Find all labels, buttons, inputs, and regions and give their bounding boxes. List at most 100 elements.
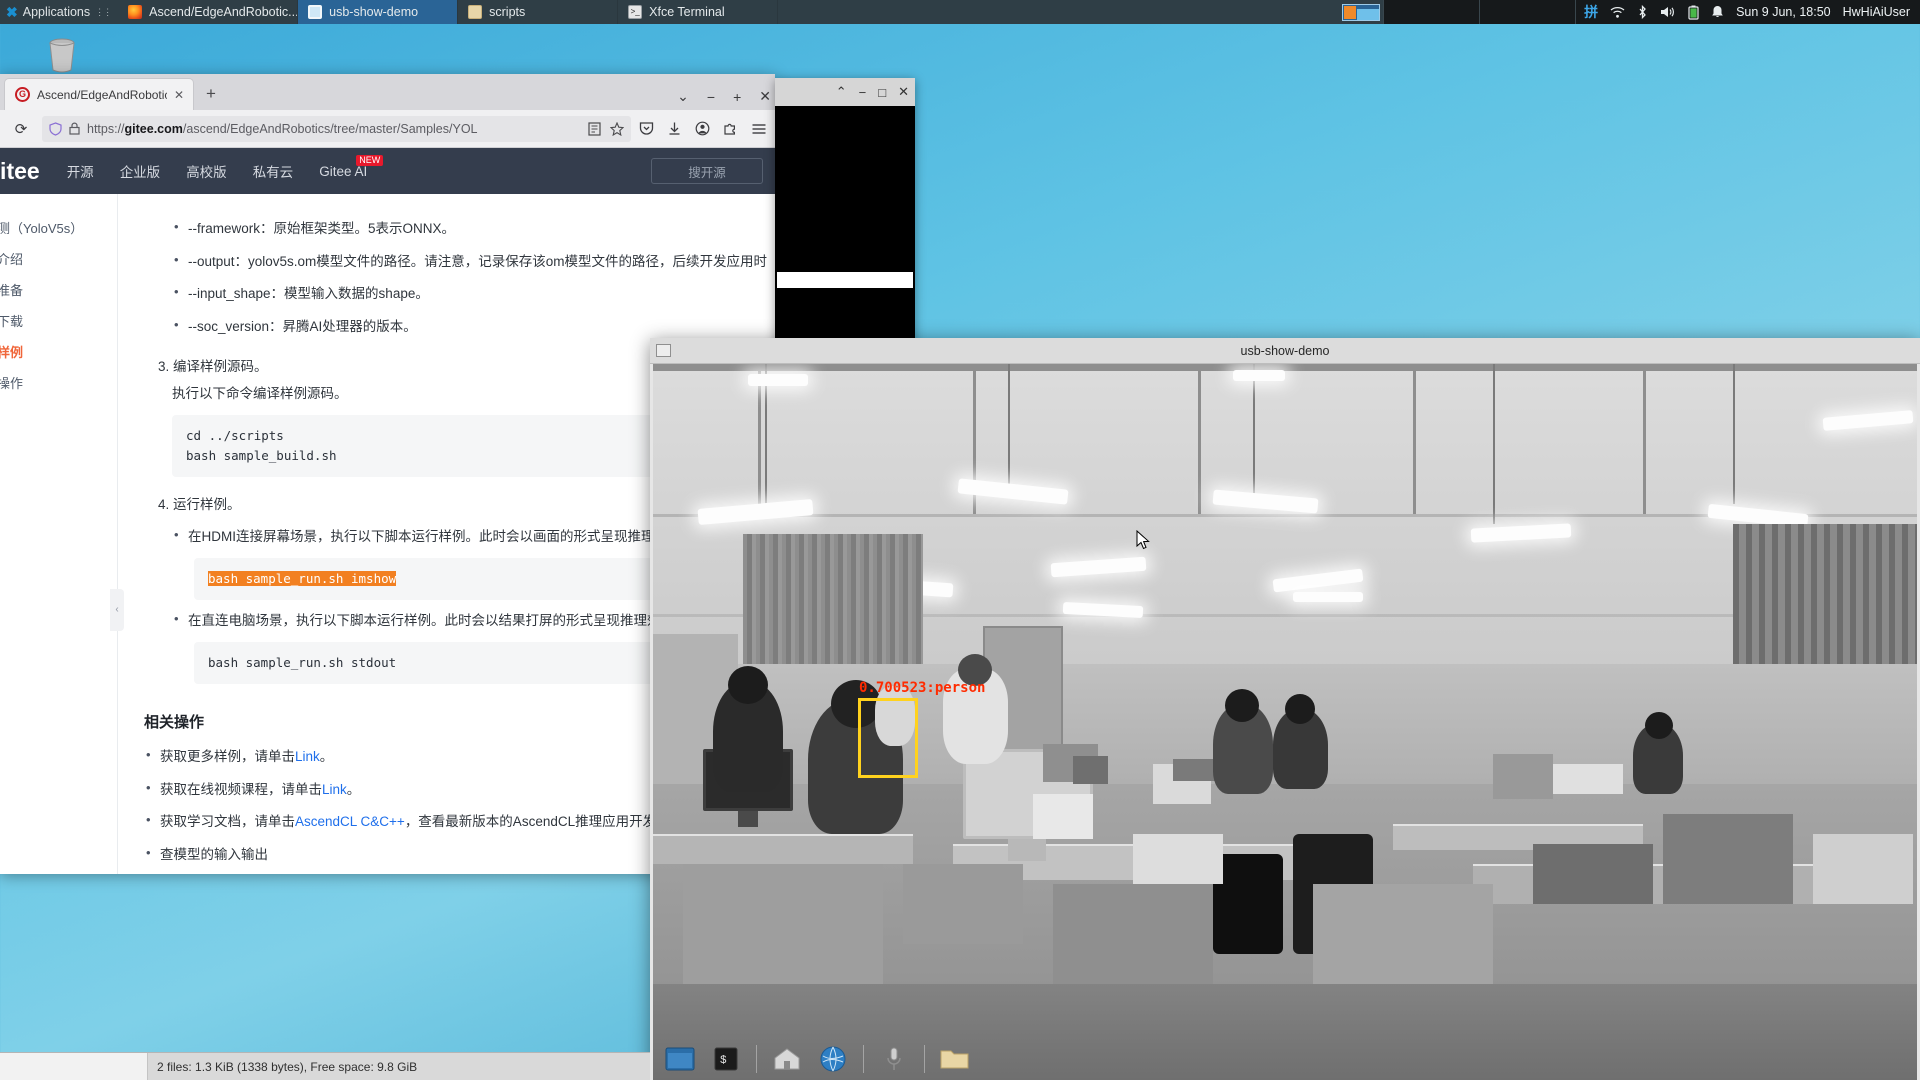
related-link-0[interactable]: Link [295,749,320,764]
person-head [728,666,768,704]
input-method-icon[interactable]: 拼 [1584,2,1598,22]
toc-item-3[interactable]: 例下载 [0,305,117,336]
equipment [683,864,883,1004]
firefox-tab-bar[interactable]: G Ascend/EdgeAndRobotics ✕ + ⌄ − + ✕ [0,74,775,110]
star-icon[interactable] [610,121,624,136]
dock-item-microphone[interactable] [872,1042,916,1076]
dock-item-web-browser[interactable] [811,1042,855,1076]
toc-item-4[interactable]: 行样例 [0,336,117,367]
person-head [1285,694,1315,724]
task-label: scripts [489,5,526,19]
bottom-dock[interactable]: $ [658,1038,1218,1080]
shade-button[interactable]: ⌃ [836,84,847,100]
toc-item-0[interactable]: 检测（YoloV5s） [0,212,117,243]
terminal-blue-icon [665,1047,695,1071]
nav-item-education[interactable]: 高校版 [173,161,240,181]
wifi-icon[interactable] [1610,6,1625,19]
demo-titlebar[interactable]: usb-show-demo [650,338,1920,364]
firefox-toolbar[interactable]: ⟳ https://gitee.com/ascend/EdgeAndRoboti… [0,110,775,148]
workspace-pager[interactable] [1339,0,1383,24]
clock[interactable]: Sun 9 Jun, 18:50 [1736,5,1831,19]
search-opensource-box[interactable]: 搜开源 [651,158,763,184]
dock-item-home-folder[interactable] [765,1042,809,1076]
dock-separator [863,1045,864,1073]
equipment [1053,884,1213,994]
close-window-button[interactable]: ✕ [759,88,771,105]
reload-button[interactable]: ⟳ [8,120,34,138]
gitee-navbar[interactable]: gitee 开源 企业版 高校版 私有云 Gitee AI NEW 搜开源 [0,148,775,194]
new-tab-button[interactable]: + [206,84,216,104]
nav-item-enterprise[interactable]: 企业版 [107,161,174,181]
sidebar-collapse-handle[interactable]: ‹ [110,589,124,631]
bell-icon[interactable] [1711,5,1724,19]
ceiling-beam [1198,364,1201,514]
paper-stack [1133,834,1223,884]
nav-item-privatecloud[interactable]: 私有云 [240,161,307,181]
close-button[interactable]: ✕ [898,84,909,100]
dock-item-file-manager[interactable] [933,1042,977,1076]
menu-grip-icon: ⋮⋮ [95,6,112,17]
terminal-output[interactable]: ensho 1-dev0_sq_sen+ 2-uvcvideo ) nistr [775,106,915,348]
table-of-contents[interactable]: 检测（YoloV5s） 例介绍 行准备 例下载 行样例 关操作 [0,194,118,874]
volume-icon[interactable] [1660,5,1676,19]
extensions-icon[interactable] [723,121,738,136]
list-all-tabs-icon[interactable]: ⌄ [677,88,689,105]
maximize-button[interactable]: □ [878,85,886,100]
applications-menu-button[interactable]: ✖ Applications ⋮⋮ [0,0,118,24]
firefox-window-controls[interactable]: ⌄ − + ✕ [677,88,771,105]
address-bar[interactable]: https://gitee.com/ascend/EdgeAndRobotics… [42,115,631,142]
xfce-terminal-window[interactable]: ⌃ − □ ✕ ensho 1-dev0_sq_sen+ 2-uvcvideo … [775,78,915,348]
camera-video-feed: 0.700523:person [653,364,1917,1080]
related-text-3: 查模型的输入输出 [160,846,268,862]
toc-item-2[interactable]: 行准备 [0,274,117,305]
account-icon[interactable] [695,121,710,136]
gitee-favicon: G [15,87,30,102]
reader-view-icon[interactable] [588,121,601,136]
task-button-usb-show-demo[interactable]: usb-show-demo [298,0,459,24]
ceiling-lamp [748,374,808,386]
new-badge: NEW [356,154,384,167]
terminal-black-icon: $ [714,1047,738,1071]
xfce-top-panel[interactable]: ✖ Applications ⋮⋮ Ascend/EdgeAndRobotic.… [0,0,1920,24]
username-label[interactable]: HwHiAiUser [1843,5,1910,19]
hamburger-menu-icon[interactable] [751,122,767,136]
lamp-rod [1008,364,1010,484]
task-button-scripts[interactable]: scripts [458,0,619,24]
task-button-xfce-terminal[interactable]: >_ Xfce Terminal [618,0,779,24]
workspace-preview[interactable] [1342,3,1381,21]
task-button-firefox[interactable]: Ascend/EdgeAndRobotic... [118,0,299,24]
toc-item-1[interactable]: 例介绍 [0,243,117,274]
related-link-2[interactable]: AscendCL C&C++ [295,814,405,829]
window-task-list[interactable]: Ascend/EdgeAndRobotic... usb-show-demo s… [118,0,779,24]
nav-item-opensource[interactable]: 开源 [54,161,107,181]
battery-icon[interactable] [1688,5,1699,20]
terminal-titlebar[interactable]: ⌃ − □ ✕ [775,78,915,106]
microphone-icon [887,1047,901,1070]
paper-stack [1813,834,1913,904]
bluetooth-icon[interactable] [1637,5,1648,19]
toc-item-5[interactable]: 关操作 [0,367,117,398]
maximize-button[interactable]: + [733,89,741,105]
nav-item-gitee-ai[interactable]: Gitee AI NEW [306,154,384,179]
toolbar-right-icons[interactable] [639,121,767,136]
person-head [1645,712,1673,739]
usb-show-demo-window[interactable]: usb-show-demo 0.700523:person [650,338,1920,1080]
minimize-button[interactable]: − [707,89,715,105]
chair [1213,854,1283,954]
desktop-trash-icon[interactable] [38,36,86,76]
equipment [903,864,1023,944]
ceiling-beam [653,364,1917,371]
minimize-button[interactable]: − [859,85,867,100]
pocket-icon[interactable] [639,121,654,136]
dock-item-terminal-blue[interactable] [658,1042,702,1076]
dock-item-terminal-black[interactable]: $ [704,1042,748,1076]
browser-tab[interactable]: G Ascend/EdgeAndRobotics ✕ [4,78,194,110]
related-link-1[interactable]: Link [322,782,347,797]
downloads-icon[interactable] [667,121,682,136]
lamp-rod [1253,364,1255,494]
ceiling-lamp [1233,370,1285,381]
system-tray[interactable]: 拼 Sun 9 Jun, 18:50 HwHiAiUser [1576,0,1920,24]
close-tab-icon[interactable]: ✕ [174,88,184,102]
related-text-2: 获取学习文档，请单击 [160,814,295,830]
list-item: --framework：原始框架类型。5表示ONNX。 [172,216,775,241]
